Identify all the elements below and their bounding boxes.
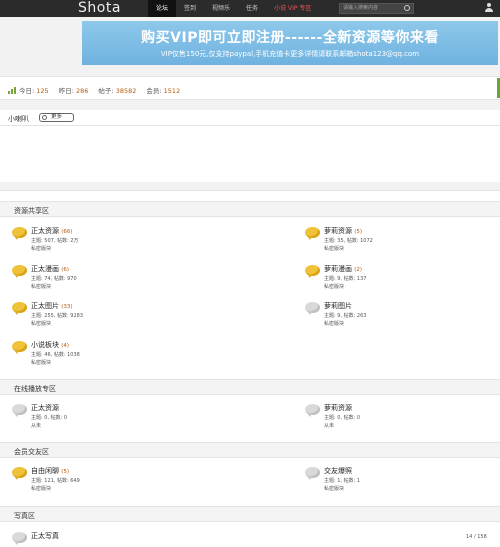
- board-stats: 主题: 0, 帖数: 0: [31, 415, 68, 421]
- section-header: 在线播放专区: [0, 379, 500, 395]
- board-last-post[interactable]: 从未: [31, 422, 41, 429]
- board-item: 自由闲聊 (5) 主题: 121, 帖数: 649 私密版块: [12, 466, 212, 496]
- section-header: 资源共享区: [0, 201, 500, 217]
- shoutbox-title: 小喇叭: [8, 115, 29, 123]
- nav-tasks[interactable]: 任务: [238, 0, 266, 17]
- board-item: 交友爆照 主题: 1, 帖数: 1 私密版块: [305, 466, 500, 496]
- board-new-icon[interactable]: [12, 341, 27, 354]
- stat-yesterday: 昨日: 286: [58, 87, 89, 95]
- board-stats: 主题: 35, 帖数: 1072: [324, 238, 373, 244]
- shoutbox-body: [0, 126, 500, 182]
- board-link[interactable]: 正太图片 (33): [31, 301, 73, 311]
- board-stats: 主题: 74, 帖数: 970: [31, 276, 77, 282]
- board-item: 萝莉资源 (5) 主题: 35, 帖数: 1072 私密版块: [305, 226, 500, 256]
- board-link[interactable]: 小说板块 (4): [31, 340, 69, 350]
- board-item: 萝莉资源 主题: 0, 帖数: 0 从未: [305, 403, 500, 433]
- nav-vip[interactable]: 小说 VIP 专区: [266, 0, 319, 17]
- forum-stats: 今日: 125 昨日: 286 帖子: 38582 会员: 1512: [0, 76, 500, 100]
- banner-title: 购买VIP即可立即注册------全新资源等你来看: [141, 30, 439, 46]
- user-icon[interactable]: [484, 3, 494, 13]
- stat-today: 今日: 125: [19, 87, 49, 95]
- board-no-new-icon[interactable]: [305, 404, 320, 417]
- board-link[interactable]: 萝莉漫画 (2): [324, 264, 362, 274]
- board-item: 正太漫画 (6) 主题: 74, 帖数: 970 私密版块: [12, 264, 212, 294]
- board-last-post[interactable]: 从未: [324, 422, 334, 429]
- shoutbox-header: 小喇叭 更多: [0, 110, 500, 126]
- board-item: 正太图片 (33) 主题: 255, 帖数: 9283 私密版块: [12, 301, 212, 331]
- board-stats: 主题: 1, 帖数: 1: [324, 478, 361, 484]
- nav-video[interactable]: 视频乐: [204, 0, 238, 17]
- nav-forum[interactable]: 论坛: [148, 0, 177, 17]
- board-new-icon[interactable]: [12, 227, 27, 240]
- board-stats: 主题: 46, 帖数: 1038: [31, 352, 80, 358]
- board-stats: 主题: 255, 帖数: 9283: [31, 313, 83, 319]
- board-item: 正太资源 (66) 主题: 507, 帖数: 2万 私密版块: [12, 226, 212, 256]
- board-stats: 主题: 9, 帖数: 263: [324, 313, 367, 319]
- board-last-post[interactable]: 私密版块: [31, 283, 51, 290]
- board-link[interactable]: 正太漫画 (6): [31, 264, 69, 274]
- banner-subtitle: VIP仅售150元,仅支持paypal,手机充值卡更多详情请联系邮箱shota1…: [160, 50, 420, 58]
- nav-checkin[interactable]: 签到: [176, 0, 204, 17]
- board-new-icon[interactable]: [12, 302, 27, 315]
- board-last-post[interactable]: 私密版块: [31, 359, 51, 366]
- board-link[interactable]: 自由闲聊 (5): [31, 466, 69, 476]
- board-item: 小说板块 (4) 主题: 46, 帖数: 1038 私密版块: [12, 340, 212, 370]
- board-no-new-icon[interactable]: [305, 467, 320, 480]
- board-last-post[interactable]: 私密版块: [324, 283, 344, 290]
- board-no-new-icon[interactable]: [12, 532, 27, 545]
- board-last-post[interactable]: 私密版块: [324, 320, 344, 327]
- board-item: 萝莉漫画 (2) 主题: 9, 帖数: 137 私密版块: [305, 264, 500, 294]
- stat-members: 会员: 1512: [146, 87, 181, 95]
- board-last-post[interactable]: 私密版块: [324, 485, 344, 492]
- board-new-icon[interactable]: [305, 265, 320, 278]
- board-link[interactable]: 萝莉资源: [324, 403, 352, 413]
- board-item: 正太写真: [12, 531, 212, 545]
- stats-chart-icon: [8, 86, 17, 94]
- board-link[interactable]: 正太写真: [31, 531, 59, 541]
- page-indicator: 14 / 158: [466, 534, 487, 540]
- board-link[interactable]: 萝莉资源 (5): [324, 226, 362, 236]
- search-placeholder: 请输入搜索内容: [343, 5, 379, 11]
- board-new-icon[interactable]: [12, 265, 27, 278]
- board-link[interactable]: 萝莉图片: [324, 301, 352, 311]
- board-item: 萝莉图片 主题: 9, 帖数: 263 私密版块: [305, 301, 500, 331]
- section-header: 会员交友区: [0, 442, 500, 458]
- board-new-icon[interactable]: [305, 227, 320, 240]
- board-item: 正太资源 主题: 0, 帖数: 0 从未: [12, 403, 212, 433]
- board-link[interactable]: 正太资源: [31, 403, 59, 413]
- board-link[interactable]: 交友爆照: [324, 466, 352, 476]
- section-header: 写真区: [0, 506, 500, 522]
- plus-circle-icon: [42, 115, 47, 120]
- board-last-post[interactable]: 私密版块: [31, 320, 51, 327]
- board-no-new-icon[interactable]: [12, 404, 27, 417]
- board-stats: 主题: 121, 帖数: 649: [31, 478, 80, 484]
- board-no-new-icon[interactable]: [305, 302, 320, 315]
- vip-banner[interactable]: 购买VIP即可立即注册------全新资源等你来看 VIP仅售150元,仅支持p…: [82, 21, 498, 65]
- board-last-post[interactable]: 私密版块: [31, 245, 51, 252]
- board-stats: 主题: 0, 帖数: 0: [324, 415, 361, 421]
- top-nav-bar: Shota 论坛 签到 视频乐 任务 小说 VIP 专区 请输入搜索内容: [0, 0, 500, 17]
- stat-posts: 帖子: 38582: [98, 87, 137, 95]
- board-last-post[interactable]: 私密版块: [31, 485, 51, 492]
- main-nav: 论坛 签到 视频乐 任务 小说 VIP 专区: [148, 0, 319, 17]
- board-stats: 主题: 507, 帖数: 2万: [31, 238, 79, 244]
- board-new-icon[interactable]: [12, 467, 27, 480]
- site-logo[interactable]: Shota: [78, 0, 121, 17]
- board-last-post[interactable]: 私密版块: [324, 245, 344, 252]
- search-icon[interactable]: [404, 5, 410, 11]
- board-link[interactable]: 正太资源 (66): [31, 226, 73, 236]
- search-input[interactable]: 请输入搜索内容: [339, 3, 414, 14]
- board-stats: 主题: 9, 帖数: 137: [324, 276, 367, 282]
- more-button[interactable]: 更多: [39, 113, 74, 122]
